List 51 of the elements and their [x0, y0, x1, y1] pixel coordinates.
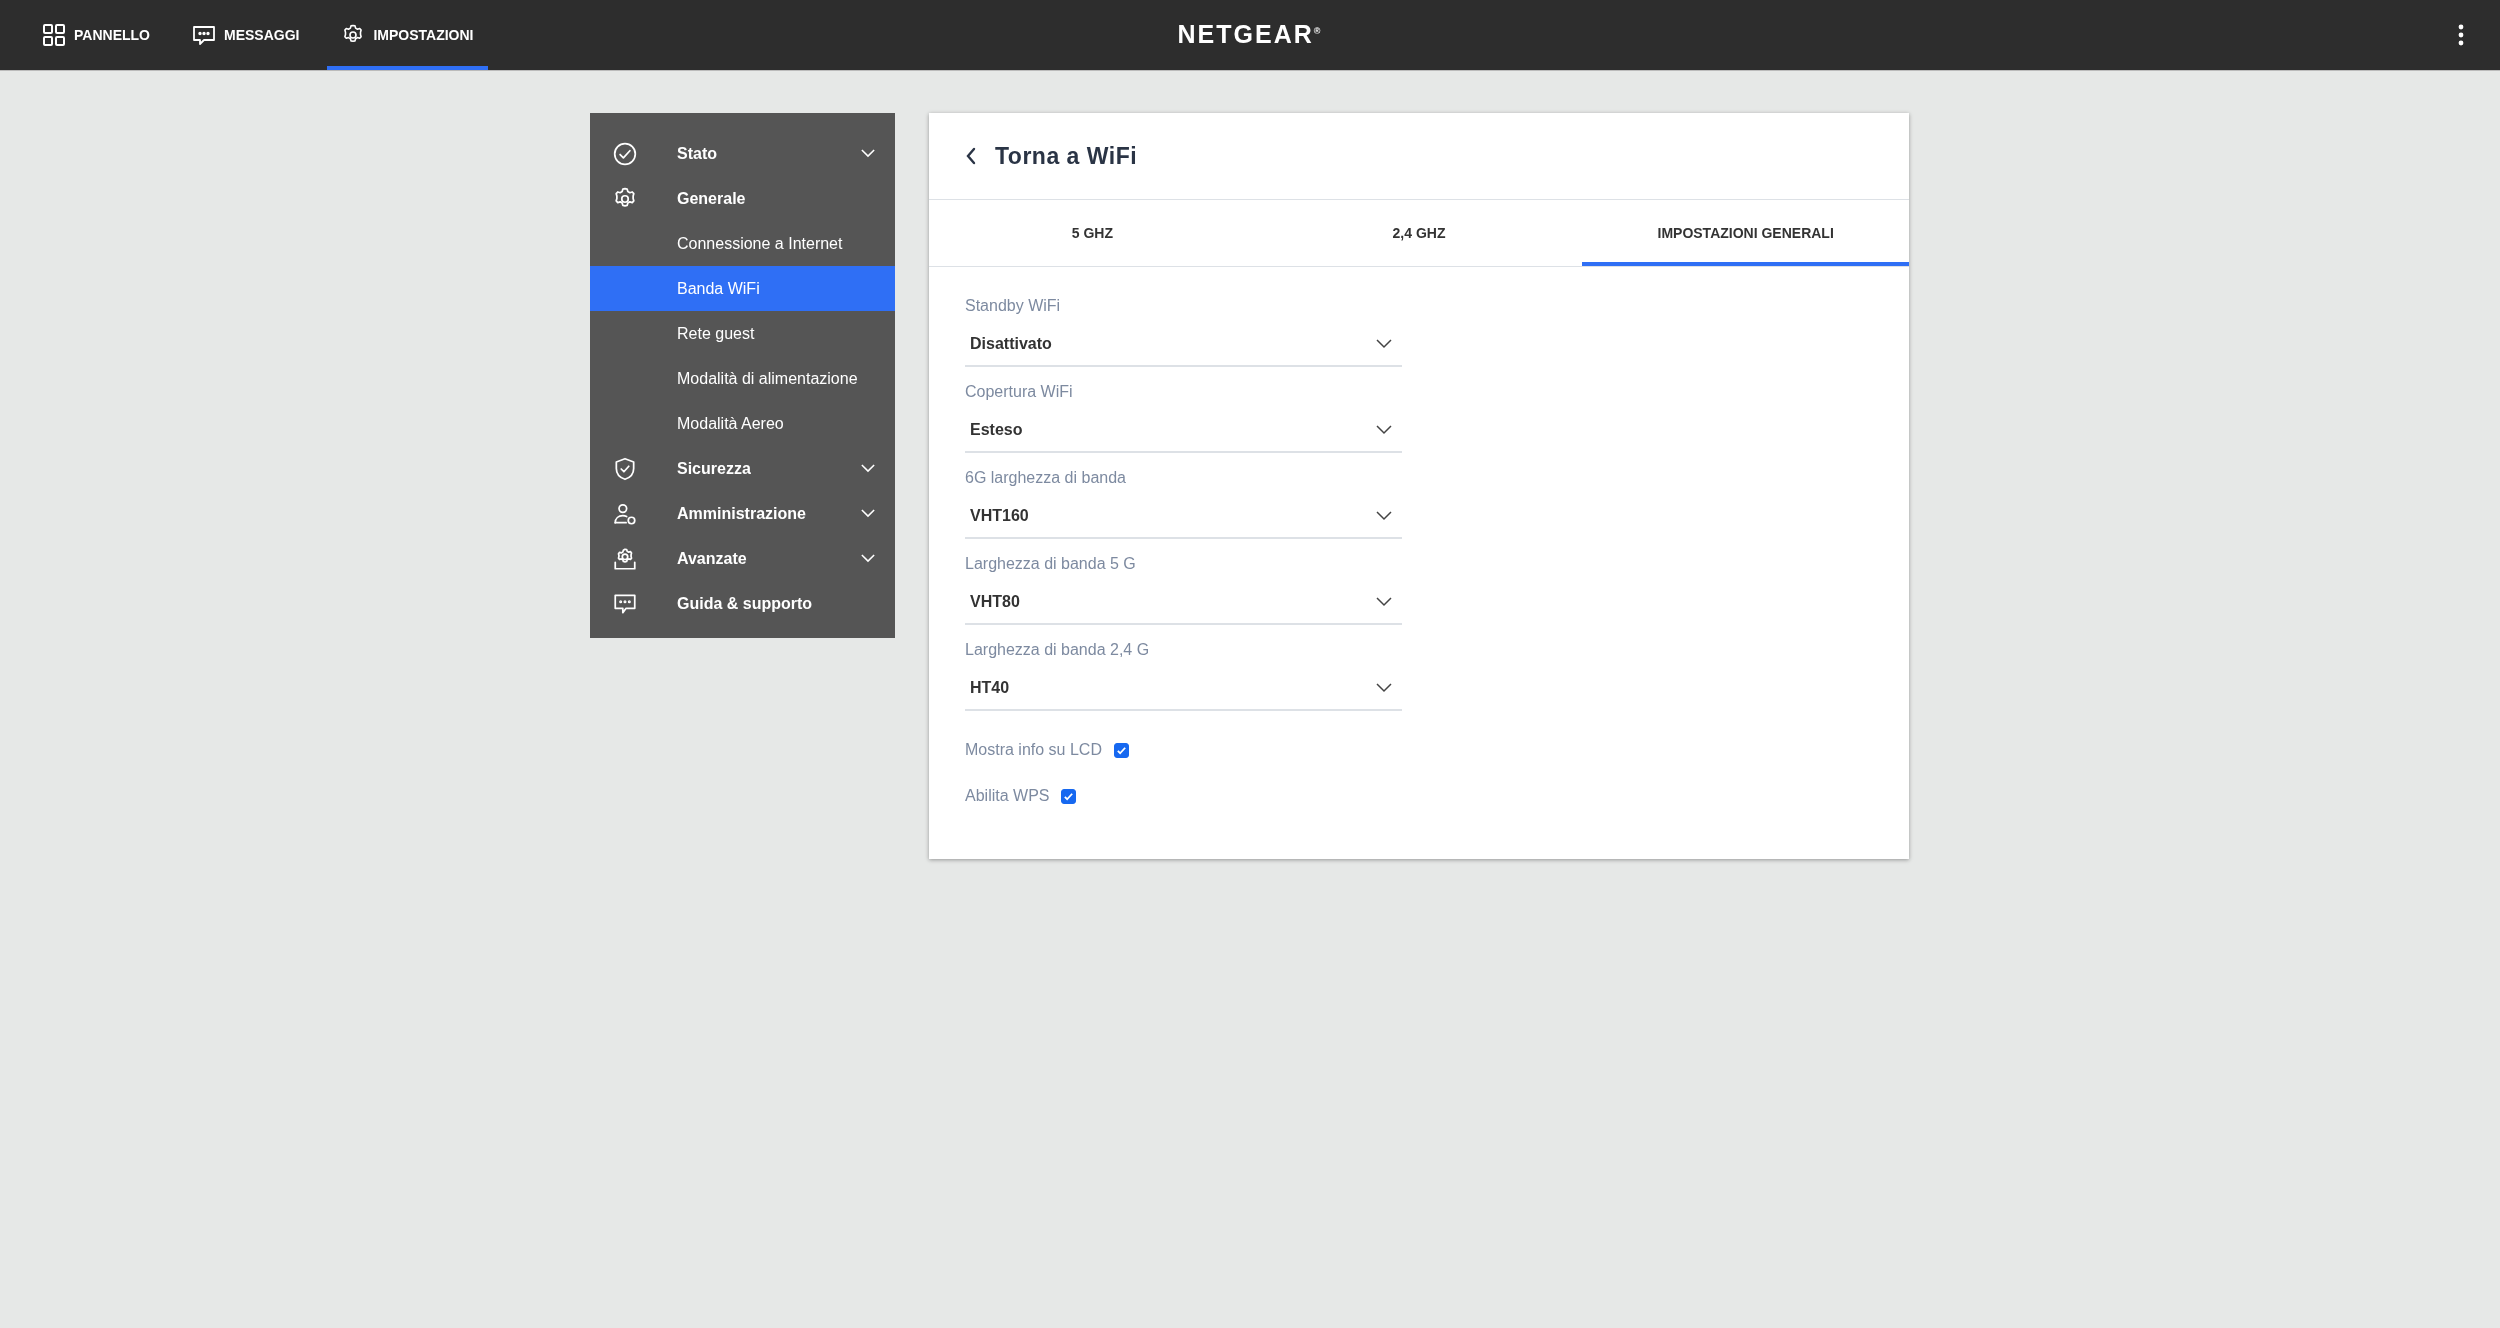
sidebar-item[interactable]: Guida & supporto: [590, 581, 895, 626]
grid-icon: [42, 23, 66, 47]
sidebar-item[interactable]: Stato: [590, 131, 895, 176]
page-title: Torna a WiFi: [995, 142, 1138, 170]
chevron-down-icon: [1376, 339, 1392, 349]
checkbox[interactable]: [1113, 742, 1129, 758]
dropdown-field[interactable]: HT40: [965, 667, 1402, 711]
more-menu-icon[interactable]: [2458, 24, 2464, 46]
chevron-down-icon: [861, 464, 875, 473]
gear-tray-icon: [612, 545, 638, 572]
band-tab[interactable]: 2,4 GHZ: [1255, 200, 1583, 266]
checkbox[interactable]: [1061, 788, 1077, 804]
dropdown-field[interactable]: Esteso: [965, 409, 1402, 453]
sidebar-item[interactable]: Sicurezza: [590, 446, 895, 491]
field-label: 6G larghezza di banda: [965, 469, 1127, 487]
field-label: Larghezza di banda 5 G: [965, 555, 1137, 573]
checkbox-label: Abilita WPS: [965, 787, 1050, 805]
sidebar-item[interactable]: Rete guest: [590, 311, 895, 356]
nav-tab[interactable]: PANNELLO: [28, 0, 164, 70]
dropdown-field[interactable]: Disattivato: [965, 323, 1402, 367]
sidebar-item[interactable]: Generale: [590, 176, 895, 221]
checkmark-icon: [1063, 790, 1075, 802]
sidebar-item[interactable]: Modalità di alimentazione: [590, 356, 895, 401]
chevron-down-icon: [861, 554, 875, 563]
chevron-down-icon: [1376, 425, 1392, 435]
nav-tab[interactable]: IMPOSTAZIONI: [327, 0, 488, 70]
dropdown-field[interactable]: VHT160: [965, 495, 1402, 539]
checkbox-label: Mostra info su LCD: [965, 741, 1102, 759]
field-label: Standby WiFi: [965, 297, 1062, 315]
dropdown-field[interactable]: VHT80: [965, 581, 1402, 625]
back-icon[interactable]: [965, 146, 977, 166]
shield-check-icon: [612, 455, 638, 482]
chat-bubble-icon: [191, 23, 216, 47]
check-circle-icon: [612, 140, 638, 167]
checkmark-icon: [1115, 744, 1127, 756]
sidebar-item[interactable]: Connessione a Internet: [590, 221, 895, 266]
chevron-down-icon: [1376, 597, 1392, 607]
nav-tab[interactable]: MESSAGGI: [177, 0, 314, 70]
sidebar-item[interactable]: Avanzate: [590, 536, 895, 581]
sidebar-item[interactable]: Amministrazione: [590, 491, 895, 536]
sidebar-item[interactable]: Modalità Aereo: [590, 401, 895, 446]
chevron-down-icon: [861, 149, 875, 158]
chevron-down-icon: [861, 509, 875, 518]
chevron-down-icon: [1376, 683, 1392, 693]
chevron-down-icon: [1376, 511, 1392, 521]
band-tab[interactable]: IMPOSTAZIONI GENERALI: [1582, 200, 1909, 266]
sidebar-item[interactable]: Banda WiFi: [590, 266, 895, 311]
logo: NETGEAR$^{®}$: [1177, 20, 1323, 49]
band-tab[interactable]: 5 GHZ: [929, 200, 1256, 266]
field-label: Larghezza di banda 2,4 G: [965, 641, 1151, 659]
field-label: Copertura WiFi: [965, 383, 1074, 401]
